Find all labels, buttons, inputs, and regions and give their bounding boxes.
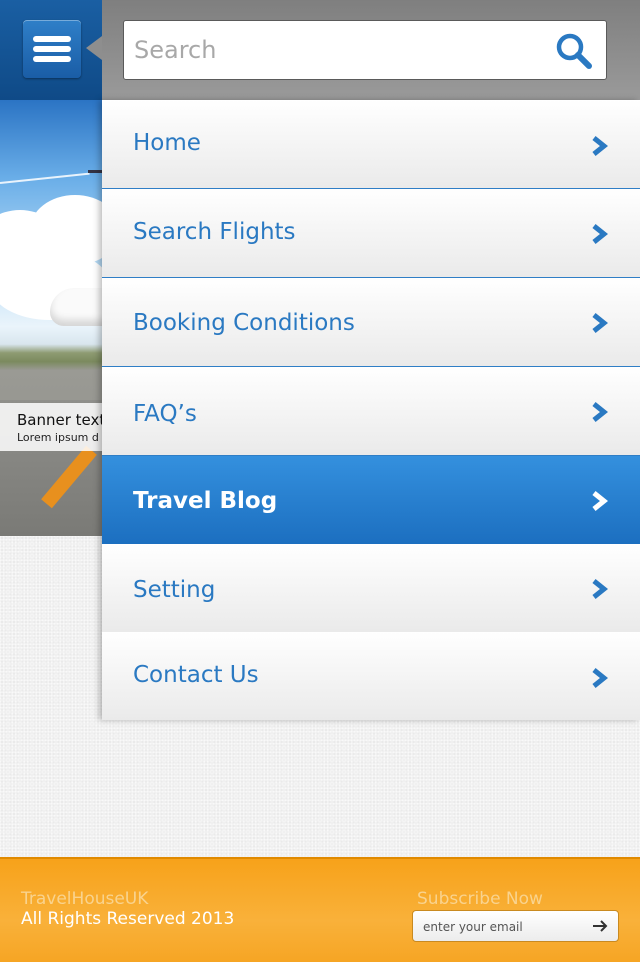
- chevron-right-icon: [592, 313, 609, 333]
- footer-copyright: All Rights Reserved 2013: [21, 909, 235, 929]
- search-bar: [102, 0, 640, 100]
- footer-brand: TravelHouseUK: [21, 889, 149, 909]
- banner-image: [0, 100, 102, 536]
- menu-toggle-button[interactable]: [23, 20, 81, 78]
- chevron-right-icon: [592, 402, 609, 422]
- menu-item-label: Search Flights: [133, 219, 296, 245]
- nav-menu: Home Search Flights Booking Conditions F…: [102, 100, 640, 720]
- search-box: [123, 20, 607, 80]
- menu-item-travel-blog[interactable]: Travel Blog: [102, 456, 640, 544]
- menu-item-label: Booking Conditions: [133, 310, 355, 336]
- menu-pointer: [86, 36, 102, 60]
- menu-item-label: Travel Blog: [133, 488, 278, 514]
- banner-title: Banner text: [17, 411, 102, 429]
- hamburger-icon: [33, 36, 71, 42]
- chevron-right-icon: [592, 136, 609, 156]
- small-plane: [88, 170, 102, 173]
- subscribe-email-box: [412, 910, 619, 942]
- search-input[interactable]: [132, 29, 546, 71]
- chevron-right-icon: [592, 491, 609, 511]
- menu-item-setting[interactable]: Setting: [102, 544, 640, 632]
- menu-item-label: FAQ’s: [133, 401, 197, 427]
- chevron-right-icon: [592, 579, 609, 599]
- subscribe-label: Subscribe Now: [417, 889, 543, 909]
- menu-item-label: Contact Us: [133, 662, 259, 688]
- menu-item-home[interactable]: Home: [102, 100, 640, 189]
- hamburger-icon-bar: [33, 46, 71, 52]
- menu-item-faqs[interactable]: FAQ’s: [102, 367, 640, 456]
- arrow-right-icon[interactable]: [591, 917, 609, 935]
- menu-item-booking-conditions[interactable]: Booking Conditions: [102, 278, 640, 367]
- menu-item-contact-us[interactable]: Contact Us: [102, 632, 640, 720]
- airplane-nose: [50, 288, 102, 326]
- subscribe-email-input[interactable]: [421, 915, 585, 939]
- contrail: [0, 172, 90, 184]
- search-icon[interactable]: [554, 31, 594, 71]
- footer: TravelHouseUK All Rights Reserved 2013 S…: [0, 857, 640, 962]
- chevron-right-icon: [592, 224, 609, 244]
- menu-item-label: Setting: [133, 577, 216, 603]
- hamburger-icon-bar: [33, 56, 71, 62]
- chevron-right-icon: [592, 668, 609, 688]
- banner-caption: Banner text Lorem ipsum d: [0, 403, 102, 451]
- menu-item-label: Home: [133, 130, 201, 156]
- menu-item-search-flights[interactable]: Search Flights: [102, 189, 640, 278]
- banner-text: Lorem ipsum d: [17, 431, 99, 444]
